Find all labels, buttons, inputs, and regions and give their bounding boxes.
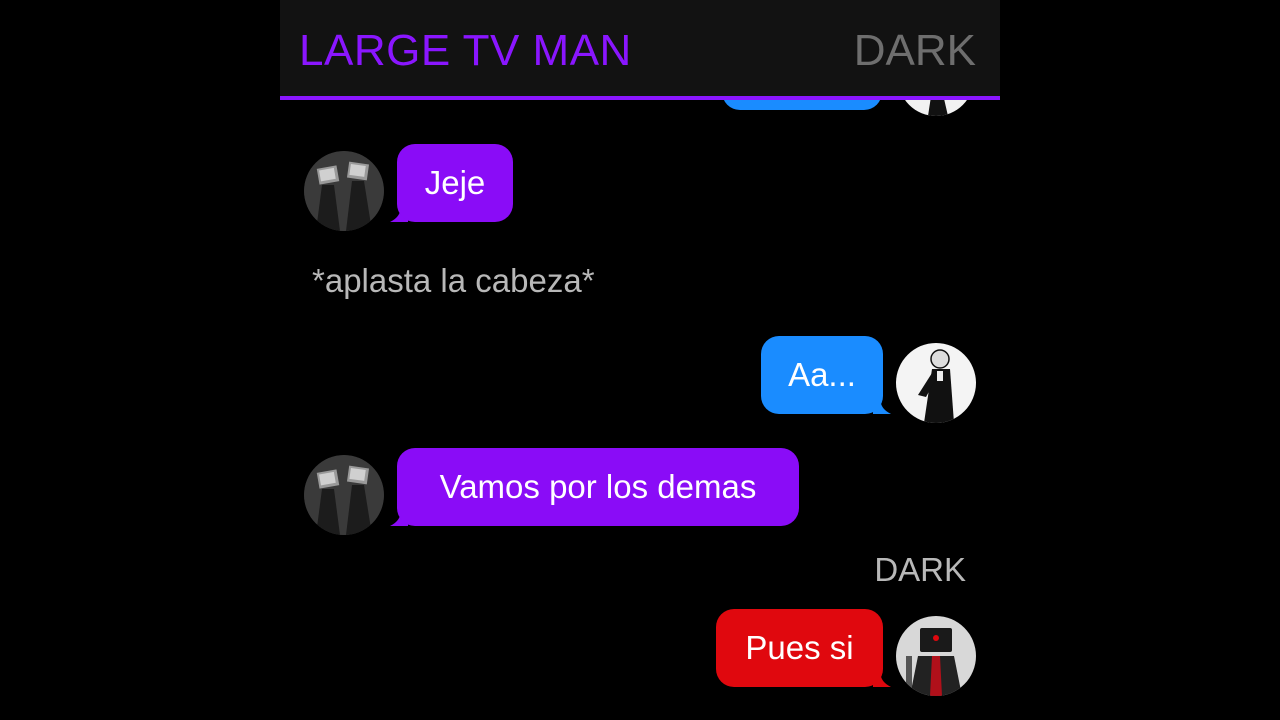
bubble-tail [873, 671, 891, 687]
chat-panel: LARGE TV MAN DARK Jeje *aplasta la cabez… [280, 0, 1000, 720]
tv-man-avatar[interactable] [304, 455, 384, 535]
message-text: Pues si [745, 629, 854, 666]
message-text: Jeje [424, 164, 486, 201]
tv-man-avatar[interactable] [304, 151, 384, 231]
narration-text: *aplasta la cabeza* [312, 262, 595, 299]
white-figure-avatar[interactable] [896, 343, 976, 423]
message-bubble[interactable]: Vamos por los demas [397, 448, 799, 526]
red-tv-man-avatar[interactable] [896, 616, 976, 696]
message-text: Vamos por los demas [439, 468, 757, 505]
chat-header: LARGE TV MAN DARK [280, 0, 1000, 100]
sender-name: DARK [874, 551, 966, 588]
message-text: Aa... [788, 356, 856, 393]
message-bubble[interactable]: Aa... [761, 336, 883, 414]
message-bubble[interactable]: Pues si [716, 609, 883, 687]
message-bubble[interactable]: Jeje [397, 144, 513, 222]
bubble-tail [873, 398, 891, 414]
chat-title: LARGE TV MAN [299, 26, 632, 75]
header-right-label: DARK [853, 26, 976, 75]
